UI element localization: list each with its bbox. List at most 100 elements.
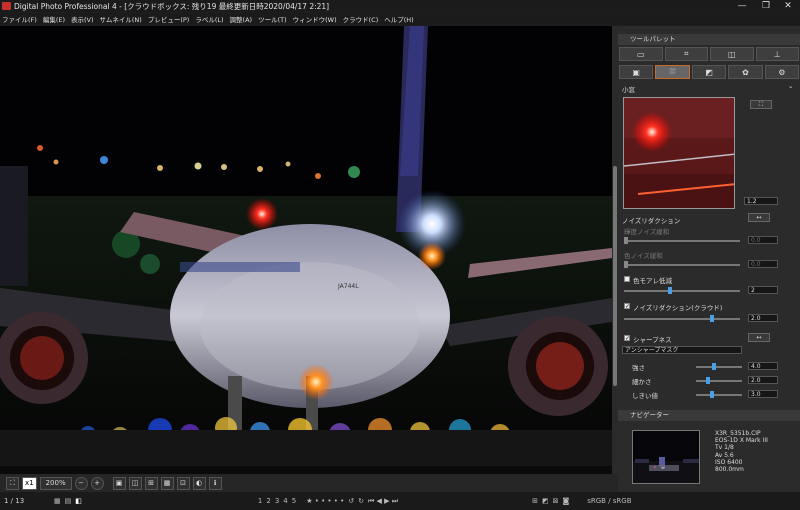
luma-nr-slider[interactable]	[624, 237, 740, 244]
check-mark-2[interactable]: 2	[266, 497, 270, 505]
tool-palette-header: ツールパレット	[618, 34, 800, 45]
compare-icon[interactable]: ◫	[128, 476, 142, 490]
rotate-right-icon[interactable]: ↻	[358, 497, 364, 505]
threshold-label: しきい値	[632, 392, 658, 400]
moire-value[interactable]: 2	[748, 286, 778, 294]
rotate-left-icon[interactable]: ↺	[348, 497, 354, 505]
tab-curve-icon[interactable]: ◩	[691, 65, 727, 79]
preview-mode-icon[interactable]: ◧	[75, 497, 82, 505]
menu-label[interactable]: ラベル(L)	[195, 14, 223, 24]
check-mark-1[interactable]: 1	[258, 497, 262, 505]
color-space: sRGB / sRGB	[587, 497, 632, 505]
strength-slider[interactable]	[696, 363, 742, 370]
menu-cloud[interactable]: クラウド(C)	[343, 14, 379, 24]
close-button[interactable]: ✕	[778, 0, 798, 12]
tab-lens-icon[interactable]: ◫	[710, 47, 754, 61]
tab-stamp-icon[interactable]: ⊥	[755, 47, 799, 61]
grid-icon[interactable]: ▦	[160, 476, 174, 490]
photo-icon[interactable]: ◩	[542, 497, 549, 505]
fineness-value[interactable]: 2.0	[748, 376, 778, 384]
fineness-knob[interactable]	[706, 377, 710, 384]
chroma-nr-value[interactable]: 0.0	[748, 260, 778, 268]
menu-edit[interactable]: 編集(E)	[43, 14, 65, 24]
menu-preview[interactable]: プレビュー(P)	[148, 14, 190, 24]
tool-palette: ツールパレット ▭ ⌗ ◫ ⊥ ▣ ⛆ ◩ ✿ ⚙ 小窓 ⌄ ⛶ 1.2 ノイズ…	[618, 26, 800, 492]
zoom-out-button[interactable]: −	[74, 476, 88, 490]
sharpness-label: シャープネス	[633, 336, 672, 344]
vertical-scroll-thumb[interactable]	[613, 166, 617, 386]
iso: ISO 6400	[715, 458, 743, 466]
first-image-icon[interactable]: ⏮ ◀ ▶ ⏭	[368, 497, 398, 506]
zoom-in-button[interactable]: +	[90, 476, 104, 490]
preview-zoom-select[interactable]: 1.2	[744, 197, 778, 205]
cloud-nr-label: ノイズリダクション(クラウド)	[633, 304, 723, 312]
menu-file[interactable]: ファイル(F)	[2, 14, 37, 24]
moire-slider[interactable]	[624, 287, 740, 294]
zoom-window-icon[interactable]: ⛶	[750, 100, 772, 109]
check-mark-3[interactable]: 3	[275, 497, 279, 505]
threshold-value[interactable]: 3.0	[748, 390, 778, 398]
fineness-slider[interactable]	[696, 377, 742, 384]
collapse-icon[interactable]: ⌄	[788, 82, 793, 90]
strength-knob[interactable]	[712, 363, 716, 370]
check-mark-5[interactable]: 5	[292, 497, 296, 505]
tab-settings-icon[interactable]: ⚙	[764, 65, 800, 79]
strength-value[interactable]: 4.0	[748, 362, 778, 370]
chroma-nr-knob[interactable]	[624, 261, 628, 268]
menu-adjust[interactable]: 調整(A)	[230, 14, 253, 24]
grid-view-icon[interactable]: ⊞	[532, 497, 538, 505]
focal-length: 800.0mm	[715, 466, 744, 474]
star-icon[interactable]: ★ • • • • •	[306, 497, 344, 505]
cloud-nr-checkbox[interactable]: ✓	[624, 303, 630, 310]
menu-thumbnail[interactable]: サムネイル(N)	[100, 14, 142, 24]
status-bar: 1 / 13 ▦ ▤ ◧ 1 2 3 4 5 ★ • • • • • ↺ ↻ ⏮…	[0, 492, 800, 510]
af-point-icon[interactable]: ⊡	[176, 476, 190, 490]
image-viewer[interactable]: JA744L	[0, 26, 612, 474]
moire-knob[interactable]	[668, 287, 672, 294]
airplane-photo: JA744L	[0, 26, 612, 466]
luma-nr-knob[interactable]	[624, 237, 628, 244]
highlight-warning-icon[interactable]: ◐	[192, 476, 206, 490]
info-icon[interactable]: ℹ	[208, 476, 222, 490]
cloud-nr-knob[interactable]	[710, 315, 714, 322]
compare-view-icon[interactable]: ⊠	[553, 497, 559, 505]
sharpness-mode-select[interactable]: アンシャープマスク	[622, 346, 742, 354]
check-mark-4[interactable]: 4	[283, 497, 287, 505]
tab-color-icon[interactable]: ✿	[728, 65, 763, 79]
tab-detail-icon[interactable]: ⛆	[655, 65, 690, 79]
menu-view[interactable]: 表示(V)	[71, 14, 94, 24]
detail-zoom-preview[interactable]	[623, 97, 735, 209]
fit-to-window-icon[interactable]: ⛶	[6, 476, 19, 490]
navigator-thumbnail[interactable]	[632, 430, 700, 484]
tab-crop-icon[interactable]: ⌗	[664, 47, 708, 61]
actual-size-button[interactable]: x1	[22, 476, 37, 490]
cloud-nr-value[interactable]: 2.0	[748, 314, 778, 322]
zoom-select[interactable]: 200%	[39, 476, 72, 490]
sharpness-checkbox[interactable]: ✓	[624, 335, 630, 342]
restore-button[interactable]: ❐	[756, 0, 776, 12]
tab-basic-icon[interactable]: ▭	[619, 47, 663, 61]
shooting-info: X3R_5351b.CIP EOS-1D X Mark III Tv 1/8 A…	[715, 430, 768, 473]
chroma-nr-slider[interactable]	[624, 261, 740, 268]
minimize-button[interactable]: —	[732, 0, 752, 12]
cloud-nr-slider[interactable]	[624, 315, 740, 322]
split-view-icon[interactable]: ⊞	[144, 476, 158, 490]
aircraft-registration: JA744L	[337, 283, 359, 290]
luma-nr-value[interactable]: 0.0	[748, 236, 778, 244]
thumbnail-grid-icon[interactable]: ▦	[54, 497, 61, 505]
menu-help[interactable]: ヘルプ(H)	[384, 14, 413, 24]
tab-tone-icon[interactable]: ▣	[619, 65, 654, 79]
app-icon	[2, 2, 11, 10]
camera-icon[interactable]: ◙	[562, 497, 569, 505]
moire-checkbox[interactable]	[624, 276, 630, 282]
layout-icon[interactable]: ▣	[112, 476, 126, 490]
menu-tools[interactable]: ツール(T)	[258, 14, 287, 24]
zoom-preview-image	[624, 98, 734, 208]
sharpness-reset-icon[interactable]: ↤	[748, 333, 770, 342]
threshold-knob[interactable]	[710, 391, 714, 398]
noise-reset-icon[interactable]: ↤	[748, 213, 770, 222]
thumbnail-list-icon[interactable]: ▤	[65, 497, 72, 505]
menu-window[interactable]: ウィンドウ(W)	[293, 14, 337, 24]
viewer-toolbar: ⛶ x1 200% − + ▣ ◫ ⊞ ▦ ⊡ ◐ ℹ	[0, 474, 618, 492]
threshold-slider[interactable]	[696, 391, 742, 398]
